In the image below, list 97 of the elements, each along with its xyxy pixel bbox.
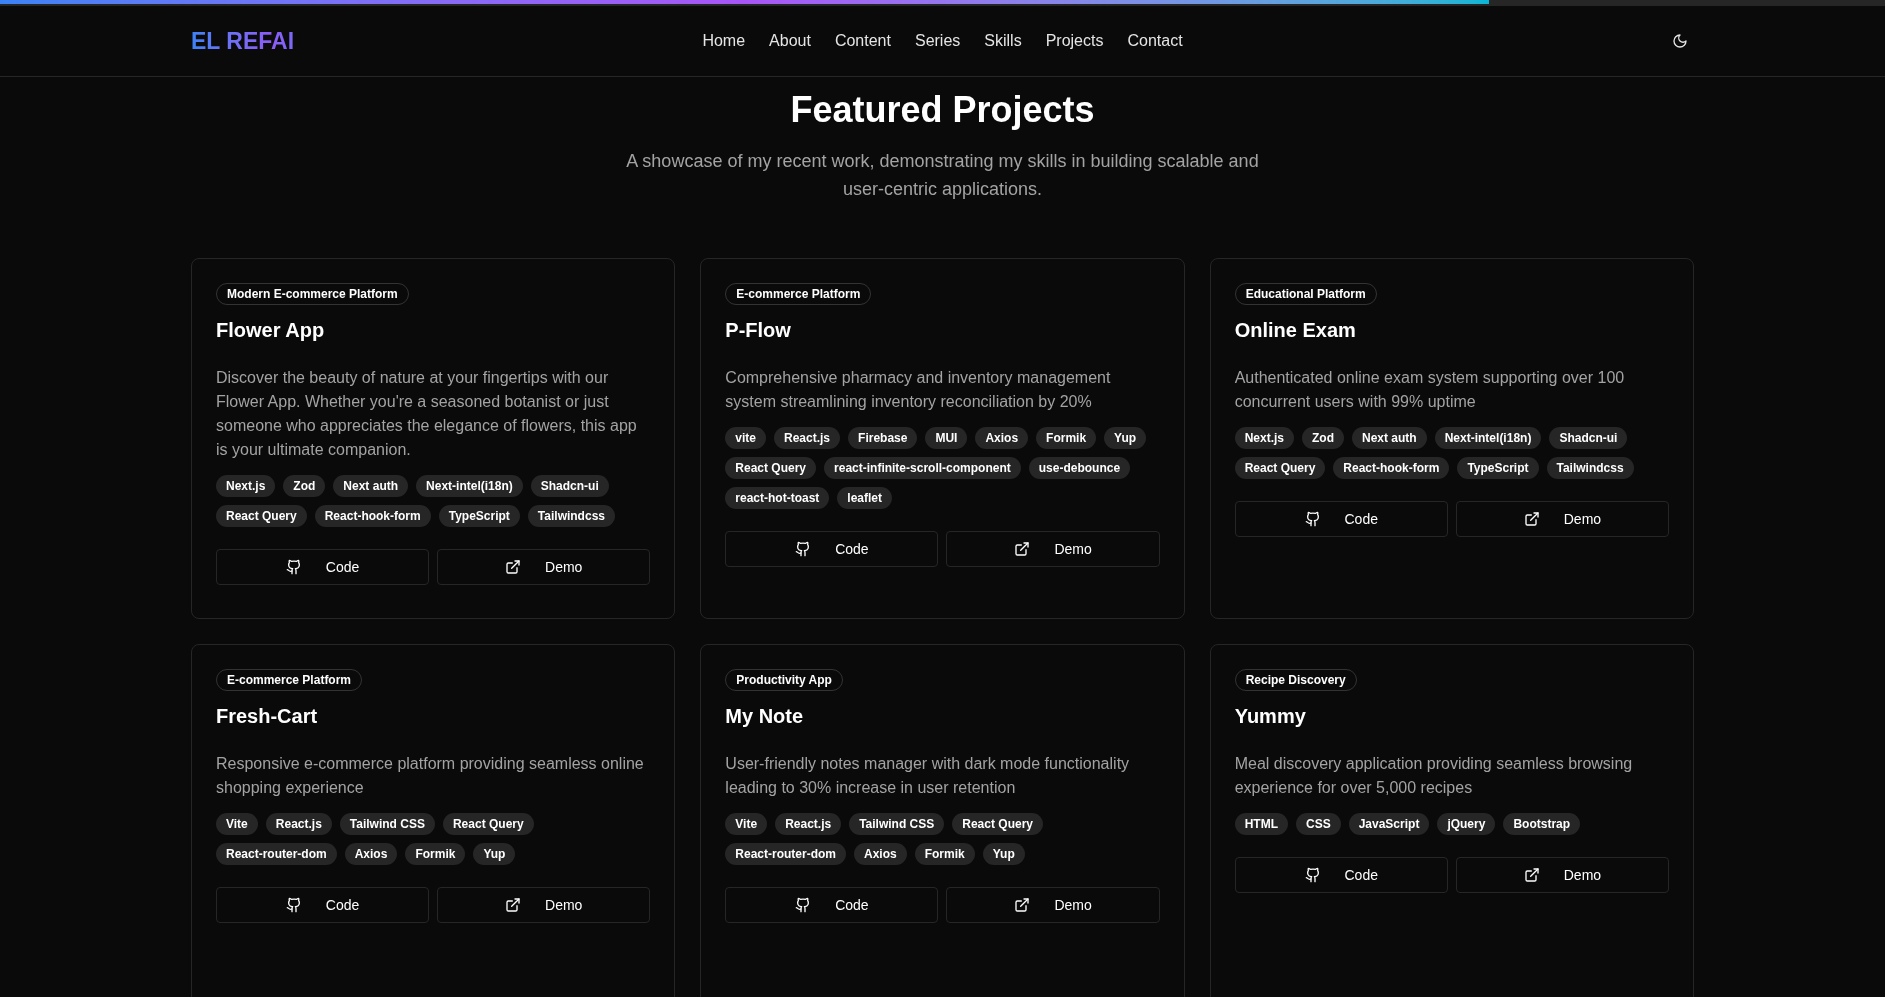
tech-tag: JavaScript: [1348, 813, 1430, 835]
tech-tag: Bootstrap: [1503, 813, 1581, 835]
demo-button[interactable]: Demo: [946, 531, 1160, 567]
tech-tag: Firebase: [848, 427, 918, 449]
tech-tag: Next-intel(i18n): [416, 475, 523, 497]
nav-link[interactable]: Projects: [1045, 29, 1104, 53]
nav-link[interactable]: About: [769, 29, 811, 53]
tech-tag: CSS: [1296, 813, 1341, 835]
external-link-icon: [505, 559, 522, 575]
tech-tag: React-hook-form: [1333, 457, 1450, 479]
demo-button[interactable]: Demo: [1455, 501, 1669, 537]
project-title: P-Flow: [725, 318, 792, 343]
tech-tag: React-router-dom: [725, 843, 846, 865]
external-link-icon: [1014, 541, 1031, 557]
project-description: Authenticated online exam system supporting over 100 concurrent users with 99% uptime: [1234, 368, 1626, 412]
tech-tag: jQuery: [1437, 813, 1496, 835]
external-link-icon: [1523, 511, 1540, 527]
nav-link[interactable]: Skills: [984, 29, 1022, 53]
tech-tag: Vite: [216, 813, 258, 835]
project-description: Responsive e-commerce platform providing seamless online shopping experience: [216, 754, 645, 798]
external-link-icon: [1014, 897, 1031, 913]
project-description: User-friendly notes manager with dark mode functionality leading to 30% increase in user retention: [725, 754, 1131, 798]
external-link-icon: [1523, 867, 1540, 883]
section-subtitle: A showcase of my recent work, demonstrating my skills in building scalable and user-centric applications.: [625, 150, 1260, 201]
demo-button[interactable]: Demo: [946, 887, 1160, 923]
tech-tag: React Query: [216, 505, 307, 527]
tech-tag: React.js: [265, 813, 332, 835]
code-button[interactable]: Code: [1234, 501, 1448, 537]
project-title: Flower App: [216, 318, 326, 343]
nav-link[interactable]: Content: [834, 29, 891, 53]
demo-button[interactable]: Demo: [437, 887, 651, 923]
tech-tag: Shadcn-ui: [1549, 427, 1628, 449]
tech-tag: Axios: [854, 843, 907, 865]
section-title: Featured Projects: [789, 88, 1096, 132]
project-title: Fresh-Cart: [216, 704, 319, 729]
tech-tag: use-debounce: [1028, 457, 1131, 479]
tech-tag: HTML: [1234, 813, 1288, 835]
tech-tag: Tailwind CSS: [849, 813, 945, 835]
project-title: Yummy: [1234, 704, 1307, 729]
tech-tag: leaflet: [837, 487, 893, 509]
tech-tag: TypeScript: [1457, 457, 1539, 479]
github-icon: [795, 897, 812, 913]
tech-tag: vite: [725, 427, 766, 449]
code-button[interactable]: Code: [725, 531, 939, 567]
tech-tag: Next auth: [333, 475, 409, 497]
tech-tag: React-hook-form: [314, 505, 431, 527]
tech-tag: MUI: [925, 427, 968, 449]
tech-tag: Axios: [344, 843, 398, 865]
tech-tag: React.js: [774, 427, 841, 449]
code-button[interactable]: Code: [1234, 857, 1448, 893]
tech-tag: Formik: [405, 843, 466, 865]
nav-link[interactable]: Series: [914, 29, 961, 53]
tech-tag: react-hot-toast: [725, 487, 830, 509]
project-title: My Note: [725, 704, 805, 729]
tech-tag: React Query: [725, 457, 817, 479]
demo-button[interactable]: Demo: [1455, 857, 1669, 893]
tech-tag: Next.js: [216, 475, 276, 497]
tech-tag: Tailwindcss: [527, 505, 615, 527]
tech-tag: Next auth: [1352, 427, 1427, 449]
demo-button[interactable]: Demo: [437, 549, 651, 585]
code-button[interactable]: Code: [725, 887, 939, 923]
tech-tag: Next.js: [1234, 427, 1294, 449]
project-description: Meal discovery application providing seamless browsing experience for over 5,000 recipes: [1234, 754, 1634, 798]
github-icon: [1304, 511, 1321, 527]
tech-tag: Shadcn-ui: [530, 475, 609, 497]
tech-tag: Tailwind CSS: [339, 813, 435, 835]
external-link-icon: [505, 897, 522, 913]
code-button[interactable]: Code: [216, 887, 430, 923]
tech-tag: Yup: [473, 843, 516, 865]
tech-tag: Vite: [725, 813, 768, 835]
tech-tag: Formik: [1036, 427, 1097, 449]
tech-tag: React.js: [775, 813, 842, 835]
github-icon: [1304, 867, 1321, 883]
tech-tag: Yup: [1104, 427, 1147, 449]
project-title: Online Exam: [1234, 318, 1357, 343]
tech-tag: React-router-dom: [216, 843, 337, 865]
tech-tag: React Query: [1234, 457, 1326, 479]
code-button[interactable]: Code: [216, 549, 430, 585]
github-icon: [285, 559, 302, 575]
tech-tag: react-infinite-scroll-component: [824, 457, 1021, 479]
tech-tag: Yup: [982, 843, 1025, 865]
tech-tag: Tailwindcss: [1546, 457, 1634, 479]
github-icon: [285, 897, 302, 913]
tech-tag: React Query: [952, 813, 1043, 835]
project-description: Comprehensive pharmacy and inventory management system streamlining inventory reconciliation by 20%: [725, 368, 1112, 412]
tech-tag: TypeScript: [438, 505, 520, 527]
tech-tag: Axios: [975, 427, 1029, 449]
tech-tag: Zod: [1302, 427, 1344, 449]
moon-icon[interactable]: [1672, 33, 1688, 49]
tech-tag: Zod: [283, 475, 326, 497]
nav-link[interactable]: Contact: [1127, 29, 1183, 53]
github-icon: [795, 541, 812, 557]
tech-tag: Formik: [914, 843, 975, 865]
project-description: Discover the beauty of nature at your fingertips with our Flower App. Whether you're a seasoned botanist or just someone who appreciates the elegance of flowers, this app is your ultimate companion.: [216, 368, 638, 460]
nav-link[interactable]: Home: [702, 29, 746, 53]
tech-tag: Next-intel(i18n): [1434, 427, 1542, 449]
tech-tag: React Query: [442, 813, 534, 835]
